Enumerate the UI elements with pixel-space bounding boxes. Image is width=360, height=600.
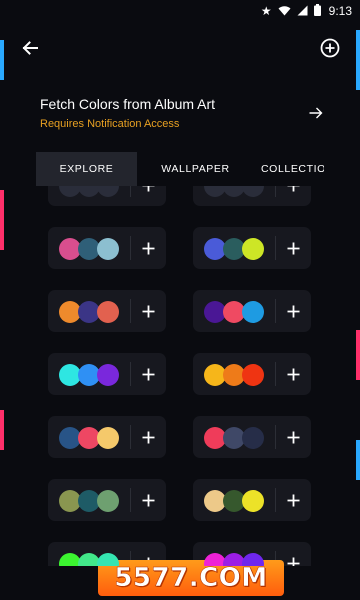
back-arrow-icon	[22, 41, 38, 55]
palette-swatches	[48, 542, 130, 566]
add-palette-icon[interactable]	[131, 227, 166, 269]
color-swatch	[242, 301, 264, 323]
arrow-right-icon	[307, 104, 325, 122]
color-swatch	[97, 427, 119, 449]
add-palette-icon[interactable]	[131, 479, 166, 521]
add-palette-button[interactable]	[318, 36, 342, 60]
palette-swatches	[193, 353, 275, 395]
add-palette-icon[interactable]	[276, 479, 311, 521]
palette-card[interactable]	[193, 542, 311, 566]
palette-card[interactable]	[193, 416, 311, 458]
palette-card[interactable]	[193, 186, 311, 206]
add-palette-icon[interactable]	[276, 416, 311, 458]
palette-swatches	[48, 479, 130, 521]
palette-swatches	[48, 227, 130, 269]
tab-bar: EXPLORE WALLPAPER COLLECTIONS	[36, 152, 324, 186]
decorative-edge-glow	[0, 410, 4, 450]
back-button[interactable]	[18, 36, 42, 60]
palette-swatches	[48, 186, 130, 206]
color-swatch	[97, 186, 119, 197]
palette-grid	[36, 186, 324, 566]
palette-card[interactable]	[193, 479, 311, 521]
palette-swatches	[193, 290, 275, 332]
palette-swatches	[193, 227, 275, 269]
add-palette-icon[interactable]	[131, 353, 166, 395]
color-swatch	[242, 553, 264, 566]
color-swatch	[242, 238, 264, 260]
color-swatch	[242, 364, 264, 386]
fetch-title: Fetch Colors from Album Art	[40, 96, 216, 112]
add-palette-icon[interactable]	[276, 227, 311, 269]
decorative-edge-glow	[0, 190, 4, 250]
tab-wallpaper[interactable]: WALLPAPER	[137, 152, 254, 186]
status-time: 9:13	[328, 4, 352, 18]
app-bar	[0, 30, 360, 66]
palette-swatches	[193, 479, 275, 521]
status-bar: ★ 9:13	[0, 0, 360, 22]
tab-collections[interactable]: COLLECTIONS	[254, 152, 324, 186]
add-palette-icon[interactable]	[131, 290, 166, 332]
color-swatch	[97, 301, 119, 323]
palette-swatches	[48, 416, 130, 458]
palette-card[interactable]	[48, 290, 166, 332]
color-swatch	[242, 427, 264, 449]
palette-card[interactable]	[48, 186, 166, 206]
palette-card[interactable]	[193, 353, 311, 395]
palette-card[interactable]	[193, 227, 311, 269]
palette-card[interactable]	[48, 353, 166, 395]
add-palette-icon[interactable]	[131, 186, 166, 206]
color-swatch	[97, 553, 119, 566]
palette-card[interactable]	[48, 227, 166, 269]
palette-swatches	[48, 290, 130, 332]
palette-card[interactable]	[193, 290, 311, 332]
decorative-edge-glow	[356, 330, 360, 380]
fetch-album-colors-row[interactable]: Fetch Colors from Album Art Requires Not…	[40, 96, 325, 136]
color-swatch	[242, 490, 264, 512]
decorative-edge-glow	[356, 440, 360, 480]
palette-swatches	[193, 186, 275, 206]
add-palette-icon[interactable]	[276, 186, 311, 206]
tab-explore[interactable]: EXPLORE	[36, 152, 137, 186]
star-icon: ★	[260, 4, 272, 18]
add-palette-icon[interactable]	[131, 416, 166, 458]
wifi-icon	[278, 5, 291, 18]
color-swatch	[97, 238, 119, 260]
color-swatch	[97, 364, 119, 386]
palette-swatches	[193, 416, 275, 458]
palette-card[interactable]	[48, 416, 166, 458]
app-screen: ★ 9:13 Fetch Colors from Album Art Requi…	[0, 0, 360, 600]
add-palette-icon[interactable]	[276, 353, 311, 395]
palette-card[interactable]	[48, 479, 166, 521]
battery-icon	[313, 4, 321, 18]
color-swatch	[242, 186, 264, 197]
color-swatch	[97, 490, 119, 512]
signal-icon	[297, 5, 308, 18]
palette-swatches	[193, 542, 275, 566]
add-circle-icon	[320, 38, 340, 58]
palette-swatches	[48, 353, 130, 395]
add-palette-icon[interactable]	[276, 290, 311, 332]
fetch-subtitle: Requires Notification Access	[40, 118, 180, 130]
